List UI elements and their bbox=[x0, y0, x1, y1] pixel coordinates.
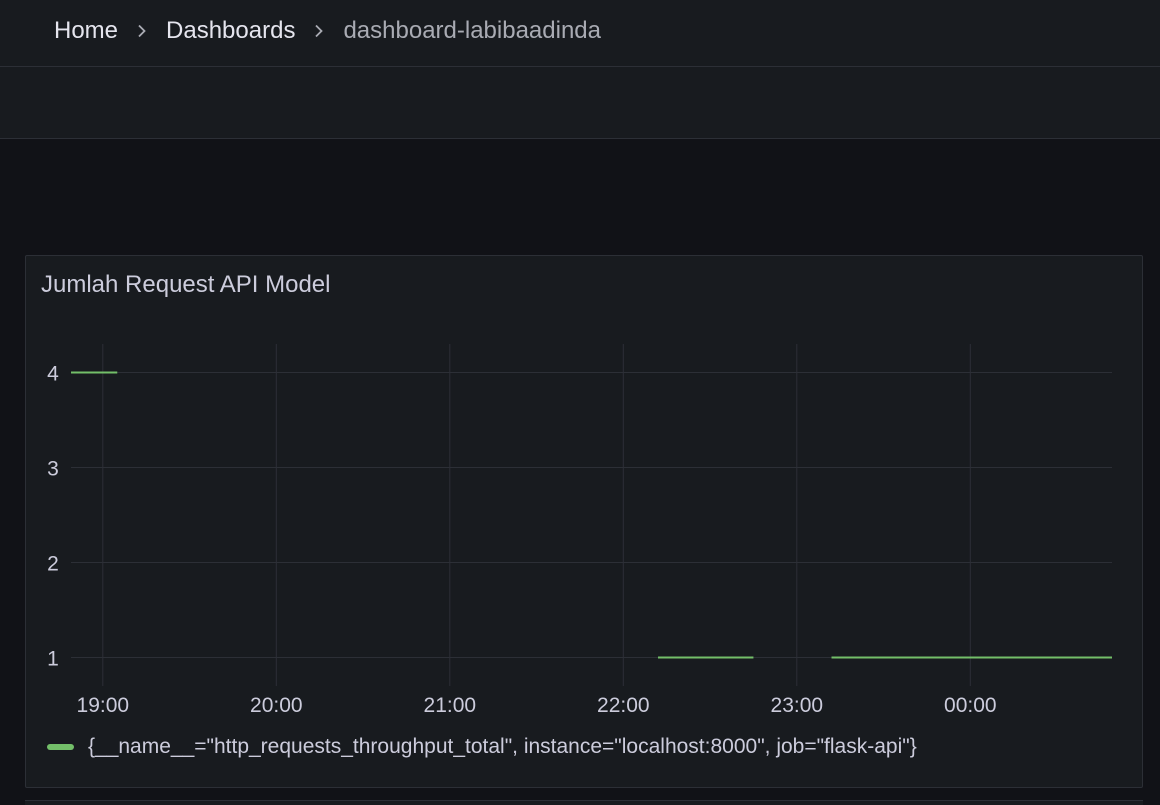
x-tick-label: 20:00 bbox=[250, 694, 303, 717]
y-tick-label: 3 bbox=[47, 458, 59, 481]
y-tick-label: 1 bbox=[47, 648, 59, 671]
legend-item[interactable]: {__name__="http_requests_throughput_tota… bbox=[47, 734, 917, 760]
x-tick-label: 21:00 bbox=[424, 694, 477, 717]
chart: 19:00 20:00 21:00 22:00 23:00 00:00 1 2 3 4 bbox=[47, 344, 1112, 717]
breadcrumb-dashboards[interactable]: Dashboards bbox=[166, 16, 295, 46]
x-tick-label: 22:00 bbox=[597, 694, 650, 717]
breadcrumb: Home Dashboards dashboard-labibaadinda bbox=[54, 16, 601, 46]
next-panel-edge bbox=[25, 800, 1143, 805]
legend-swatch-icon bbox=[47, 744, 74, 750]
breadcrumb-current: dashboard-labibaadinda bbox=[343, 17, 601, 44]
breadcrumb-home[interactable]: Home bbox=[54, 16, 118, 46]
top-navbar: Home Dashboards dashboard-labibaadinda bbox=[0, 0, 1160, 67]
y-tick-label: 2 bbox=[47, 553, 59, 576]
y-tick-label: 4 bbox=[47, 363, 59, 386]
timeseries-panel: Jumlah Request API Model 19:00 20:00 21:00… bbox=[25, 255, 1143, 788]
x-tick-label: 19:00 bbox=[77, 694, 130, 717]
legend-label: {__name__="http_requests_throughput_tota… bbox=[88, 735, 917, 758]
chevron-right-icon bbox=[135, 16, 149, 46]
x-tick-label: 23:00 bbox=[771, 694, 824, 717]
x-tick-label: 00:00 bbox=[944, 694, 997, 717]
dashboard-toolbar bbox=[0, 67, 1160, 139]
chevron-right-icon bbox=[312, 16, 326, 46]
